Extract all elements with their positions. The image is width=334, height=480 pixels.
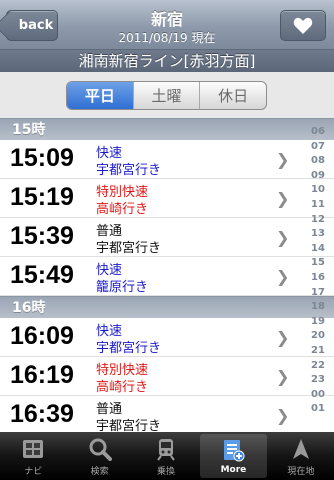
section-header-15: 15時 bbox=[0, 118, 334, 140]
hour-index-item[interactable]: 14 bbox=[302, 243, 334, 258]
chevron-right-icon: ❯ bbox=[276, 406, 290, 425]
more-icon bbox=[224, 440, 245, 462]
chevron-right-icon: ❯ bbox=[276, 267, 290, 286]
tab-label: 現在地 bbox=[287, 467, 315, 477]
segment-weekday[interactable]: 平日 bbox=[67, 82, 133, 109]
hour-index-item[interactable]: 08 bbox=[302, 155, 334, 170]
tab-label: More bbox=[220, 465, 247, 475]
hour-index[interactable]: 06 07 08 09 10 11 12 13 14 15 16 17 18 1… bbox=[302, 126, 334, 426]
hour-index-item[interactable]: 22 bbox=[302, 360, 334, 375]
hour-index-item[interactable]: 19 bbox=[302, 316, 334, 331]
hour-index-item[interactable]: 07 bbox=[302, 141, 334, 156]
destination: 宇都宮行き bbox=[96, 163, 162, 178]
tab-more[interactable]: More bbox=[200, 434, 267, 478]
destination: 宇都宮行き bbox=[96, 341, 162, 356]
table-row[interactable]: 16:19 特別快速 高崎行き ❯ bbox=[0, 357, 334, 396]
segment-holiday[interactable]: 休日 bbox=[199, 82, 266, 109]
table-row[interactable]: 16:39 普通 宇都宮行き ❯ bbox=[0, 396, 334, 434]
departure-time: 15:19 bbox=[10, 183, 74, 211]
hour-index-item[interactable]: 17 bbox=[302, 287, 334, 302]
tab-transfer[interactable]: 乗換 bbox=[133, 432, 199, 480]
tab-label: 乗換 bbox=[157, 467, 176, 477]
segment-saturday[interactable]: 土曜 bbox=[132, 82, 200, 109]
date-subtitle: 2011/08/19 現在 bbox=[118, 31, 216, 45]
hour-index-item[interactable]: 00 bbox=[302, 389, 334, 404]
navi-icon bbox=[23, 440, 44, 458]
tab-label: 検索 bbox=[90, 467, 109, 477]
tab-bar: ナビ 検索 乗換 More 現在地 bbox=[0, 432, 334, 480]
hour-index-item[interactable]: 11 bbox=[302, 199, 334, 214]
heart-icon bbox=[293, 17, 313, 34]
back-button-label: back bbox=[18, 18, 54, 33]
hour-index-item[interactable]: 10 bbox=[302, 184, 334, 199]
favorite-button[interactable] bbox=[280, 10, 326, 41]
hour-index-item[interactable]: 20 bbox=[302, 330, 334, 345]
hour-index-item[interactable]: 15 bbox=[302, 257, 334, 272]
departure-time: 16:39 bbox=[10, 400, 74, 428]
tab-label: ナビ bbox=[24, 467, 43, 477]
segment-bar: 平日 土曜 休日 bbox=[0, 72, 334, 118]
day-type-segmented-control: 平日 土曜 休日 bbox=[66, 81, 267, 110]
hour-index-item[interactable]: 01 bbox=[302, 403, 334, 418]
table-row[interactable]: 16:09 快速 宇都宮行き ❯ bbox=[0, 318, 334, 357]
tab-search[interactable]: 検索 bbox=[66, 432, 132, 480]
departure-time: 16:09 bbox=[10, 322, 74, 350]
departure-time: 15:39 bbox=[10, 222, 74, 250]
chevron-right-icon: ❯ bbox=[276, 367, 290, 386]
hour-index-item[interactable]: 21 bbox=[302, 345, 334, 360]
hour-index-item[interactable]: 23 bbox=[302, 374, 334, 389]
back-button[interactable]: back bbox=[6, 10, 58, 41]
chevron-right-icon: ❯ bbox=[276, 228, 290, 247]
destination: 籠原行き bbox=[96, 280, 149, 295]
section-header-16: 16時 bbox=[0, 296, 334, 318]
hour-index-item[interactable]: 09 bbox=[302, 170, 334, 185]
hour-index-item[interactable]: 18 bbox=[302, 301, 334, 316]
hour-index-item[interactable]: 13 bbox=[302, 228, 334, 243]
destination: 高崎行き bbox=[96, 380, 149, 395]
destination: 宇都宮行き bbox=[96, 241, 162, 256]
hour-index-item[interactable]: 12 bbox=[302, 214, 334, 229]
search-icon bbox=[89, 438, 112, 461]
hour-index-item[interactable]: 06 bbox=[302, 126, 334, 141]
location-arrow-icon bbox=[292, 439, 309, 459]
departure-time: 15:49 bbox=[10, 261, 74, 289]
destination: 高崎行き bbox=[96, 202, 149, 217]
station-title: 新宿 bbox=[150, 10, 183, 29]
table-row[interactable]: 15:19 特別快速 高崎行き ❯ bbox=[0, 179, 334, 218]
chevron-right-icon: ❯ bbox=[276, 189, 290, 208]
hour-index-item[interactable]: 16 bbox=[302, 272, 334, 287]
table-row[interactable]: 15:49 快速 籠原行き ❯ bbox=[0, 257, 334, 296]
train-icon bbox=[157, 439, 175, 461]
table-row[interactable]: 15:09 快速 宇都宮行き ❯ bbox=[0, 140, 334, 179]
departure-time: 16:19 bbox=[10, 361, 74, 389]
chevron-right-icon: ❯ bbox=[276, 150, 290, 169]
navigation-bar: back 新宿 2011/08/19 現在 bbox=[0, 0, 334, 50]
departure-time: 15:09 bbox=[10, 144, 74, 172]
tab-current-location[interactable]: 現在地 bbox=[268, 432, 334, 480]
timetable-list[interactable]: 15時 15:09 快速 宇都宮行き ❯ 15:19 特別快速 高崎行き ❯ 1… bbox=[0, 118, 334, 434]
chevron-right-icon: ❯ bbox=[276, 328, 290, 347]
table-row[interactable]: 15:39 普通 宇都宮行き ❯ bbox=[0, 218, 334, 257]
line-title: 湘南新宿ライン[赤羽方面] bbox=[0, 50, 334, 72]
tab-navi[interactable]: ナビ bbox=[0, 432, 66, 480]
